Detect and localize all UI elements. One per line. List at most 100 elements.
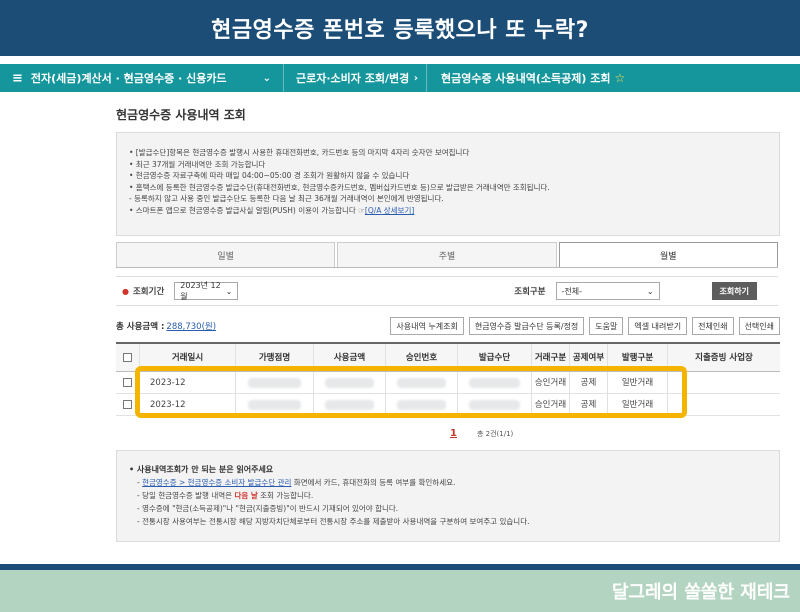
deduct-cell: 공제: [570, 372, 608, 393]
info-box: • [발급수단]항목은 현금영수증 발행시 사용한 휴대전화번호, 카드번호 등…: [116, 132, 780, 236]
title-banner: 현금영수증 폰번호 등록했으나 또 누락?: [0, 0, 800, 56]
required-dot-icon: ●: [122, 286, 129, 296]
kind-cell: 승인거래: [532, 372, 570, 393]
column-header: 공제여부: [570, 344, 608, 371]
table-row[interactable]: 2023-12 승인거래 공제 일반거래: [116, 372, 780, 394]
column-header: 가맹점명: [236, 344, 314, 371]
notice-line: - 현금영수증 > 현금영수증 소비자 발급수단 관리 화면에서 카드, 휴대전…: [137, 478, 456, 487]
info-line: - 등록하지 않고 사용 중인 발급수단도 등록한 다음 날 최근 36개월 거…: [129, 194, 444, 203]
print-selected-button[interactable]: 선택인쇄: [738, 317, 780, 335]
consumer-means-link[interactable]: 현금영수증 > 현금영수증 소비자 발급수단 관리: [142, 478, 291, 487]
period-label: 조회기간: [132, 287, 165, 297]
nav-crumb-label: 근로자·소비자 조회/변경: [296, 72, 410, 85]
date-cell: 2023-12: [140, 372, 236, 393]
row-check-cell: [116, 372, 140, 393]
blog-watermark: 달그레의 쏠쏠한 재테크: [611, 582, 790, 603]
chevron-down-icon[interactable]: ⌄: [263, 73, 271, 84]
column-header: 사용금액: [314, 344, 386, 371]
notice-line: - 전통시장 사용여부는 전통시장 해당 지방자치단체로부터 전통시장 주소를 …: [137, 517, 530, 526]
qa-detail-link[interactable]: [Q/A 상세보기]: [365, 206, 414, 215]
chevron-right-icon: ›: [413, 72, 418, 84]
redaction-blur: [247, 377, 302, 388]
column-header: 발행구분: [608, 344, 668, 371]
store-cell-blurred: [236, 394, 314, 415]
nav-menu-label: 전자(세금)계산서 · 현금영수증 · 신용카드: [30, 72, 227, 85]
banner-title: 현금영수증 폰번호 등록했으나 또 누락?: [211, 18, 589, 43]
type-select-value: -전체-: [561, 286, 583, 296]
business-cell: [668, 372, 780, 393]
select-all-cell: [116, 344, 140, 371]
column-header: 지출증빙 사업장: [695, 352, 753, 363]
nav-crumb-current[interactable]: 현금영수증 사용내역(소득공제) 조회 ☆: [427, 64, 625, 92]
month-select-value: 2023년 12월: [180, 281, 221, 301]
footer-band: 달그레의 쏠쏠한 재테크: [0, 570, 800, 612]
info-line: • [발급수단]항목은 현금영수증 발행시 사용한 휴대전화번호, 카드번호 등…: [129, 148, 470, 157]
pagination: 1 총 2건(1/1): [450, 428, 513, 439]
notice-title: • 사용내역조회가 안 되는 분은 읽어주세요: [129, 465, 274, 474]
issue-cell: 일반거래: [608, 394, 668, 415]
column-header: 거래구분: [532, 344, 570, 371]
redaction-blur: [324, 377, 375, 388]
tab-monthly[interactable]: 월별: [558, 242, 778, 267]
result-toolbar: 총 사용금액 : 288,730(원) 사용내역 누계조회 현금영수증 발급수단…: [116, 316, 780, 336]
redaction-blur: [247, 399, 302, 410]
redaction-blur: [324, 399, 375, 410]
notice-emphasis: 다음 날: [234, 491, 258, 500]
nav-menu-dropdown[interactable]: ≡ 전자(세금)계산서 · 현금영수증 · 신용카드 ⌄: [0, 64, 283, 92]
nav-crumb-consumer[interactable]: 근로자·소비자 조회/변경 ›: [284, 64, 426, 92]
print-all-button[interactable]: 전체인쇄: [692, 317, 734, 335]
row-check-cell: [116, 394, 140, 415]
page-title: 현금영수증 사용내역 조회: [116, 108, 246, 122]
deduct-cell: 공제: [570, 394, 608, 415]
chevron-down-icon: ⌄: [646, 286, 654, 296]
tab-daily[interactable]: 일별: [116, 242, 336, 267]
chevron-down-icon: ⌄: [225, 286, 233, 296]
search-button[interactable]: 조회하기: [711, 282, 757, 300]
month-select[interactable]: 2023년 12월 ⌄: [174, 281, 239, 301]
info-line-push: • 스마트폰 앱으로 현금영수증 발급사실 알림(PUSH) 이용이 가능합니다…: [129, 205, 765, 217]
period-tabs: 일별 주별 월별: [116, 242, 778, 268]
select-all-checkbox[interactable]: [123, 353, 132, 362]
notice-text: - 당일 현금영수증 발행 내역은: [137, 491, 235, 500]
search-form: ● 조회기간 2023년 12월 ⌄ 조회구분 -전체- ⌄ 조회하기: [116, 276, 778, 306]
toolbar-buttons: 사용내역 누계조회 현금영수증 발급수단 등록/정정 도움말 엑셀 내려받기 전…: [390, 317, 780, 335]
cumulative-button[interactable]: 사용내역 누계조회: [390, 317, 464, 335]
info-line: • 스마트폰 앱으로 현금영수증 발급사실 알림(PUSH) 이용이 가능합니다…: [129, 205, 365, 215]
tab-weekly[interactable]: 주별: [337, 242, 557, 267]
info-line: • 홈택스에 등록한 현금영수증 발급수단(휴대전화번호, 현금영수증카드번호,…: [129, 182, 550, 192]
hometax-page: ≡ 전자(세금)계산서 · 현금영수증 · 신용카드 ⌄ 근로자·소비자 조회/…: [0, 56, 800, 564]
total-amount-value[interactable]: 288,730(원): [166, 320, 216, 332]
table-row[interactable]: 2023-12 승인거래 공제 일반거래: [116, 394, 780, 416]
amount-cell-blurred: [314, 372, 386, 393]
means-cell-blurred: [458, 394, 532, 415]
redaction-blur: [468, 399, 521, 410]
notice-list: - 현금영수증 > 현금영수증 소비자 발급수단 관리 화면에서 카드, 휴대전…: [129, 476, 767, 528]
help-button[interactable]: 도움말: [589, 317, 624, 335]
notice-text: 조회 가능합니다.: [257, 491, 314, 500]
row-checkbox[interactable]: [123, 378, 132, 387]
notice-text: 화면에서 카드, 휴대전화의 등록 여부를 확인하세요.: [291, 478, 456, 487]
notice-line: - 당일 현금영수증 발행 내역은 다음 날 조회 가능합니다.: [129, 489, 767, 502]
register-means-button[interactable]: 현금영수증 발급수단 등록/정정: [468, 317, 585, 335]
redaction-blur: [468, 377, 521, 388]
row-checkbox[interactable]: [123, 400, 132, 409]
favorite-star-icon[interactable]: ☆: [615, 71, 626, 85]
approval-cell-blurred: [386, 394, 458, 415]
type-select[interactable]: -전체- ⌄: [555, 282, 660, 300]
column-header: 거래일시: [140, 344, 236, 371]
info-line: • 현금영수증 자료구축에 따라 매일 04:00~05:00 경 조회가 원활…: [129, 171, 410, 180]
notice-line: - 영수증에 "현금(소득공제)"나 "현금(지출증빙)"이 반드시 기재되어 …: [137, 504, 399, 513]
excel-download-button[interactable]: 엑셀 내려받기: [628, 317, 688, 335]
store-cell-blurred: [236, 372, 314, 393]
table-header: 거래일시 가맹점명 사용금액 승인번호 발급수단 거래구분 공제여부 발행구분 …: [116, 342, 780, 372]
date-cell: 2023-12: [140, 394, 236, 415]
issue-cell: 일반거래: [608, 372, 668, 393]
page-number-link[interactable]: 1: [450, 428, 457, 439]
amount-cell-blurred: [314, 394, 386, 415]
notice-box: • 사용내역조회가 안 되는 분은 읽어주세요 - 현금영수증 > 현금영수증 …: [116, 450, 780, 542]
top-navigation: ≡ 전자(세금)계산서 · 현금영수증 · 신용카드 ⌄ 근로자·소비자 조회/…: [0, 64, 800, 92]
info-line: • 최근 37개월 거래내역만 조회 가능합니다: [129, 159, 266, 169]
type-label: 조회구분: [514, 287, 546, 297]
nav-crumb-label: 현금영수증 사용내역(소득공제) 조회: [441, 72, 611, 85]
hamburger-icon[interactable]: ≡: [12, 71, 23, 86]
